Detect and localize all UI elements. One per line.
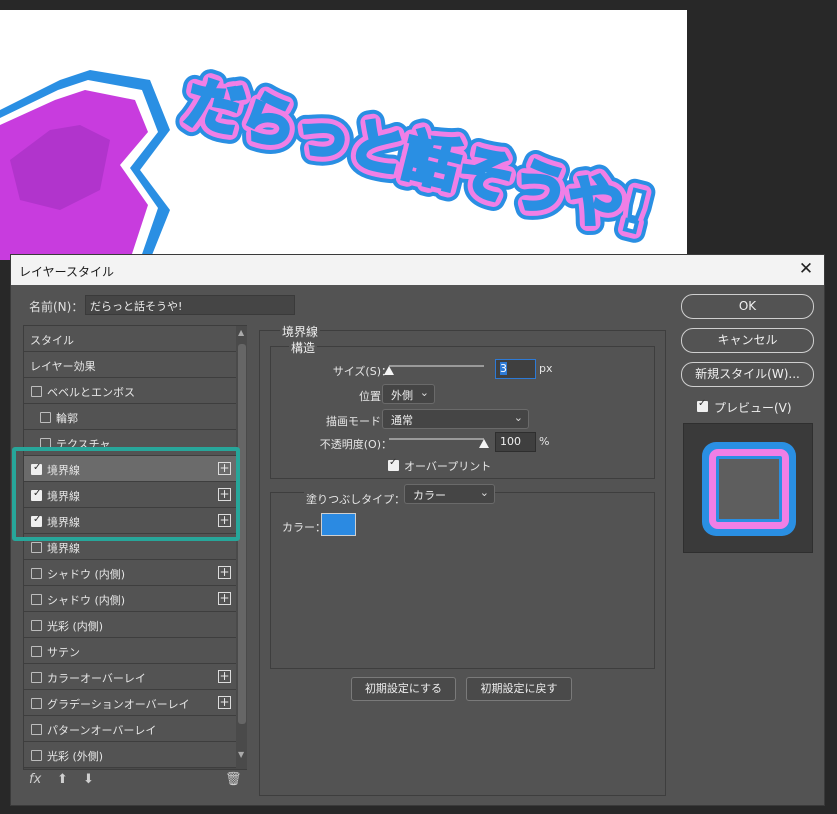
cancel-button[interactable]: キャンセル (681, 328, 814, 353)
opacity-slider-knob[interactable] (479, 439, 489, 448)
style-list-item[interactable]: グラデーションオーバーレイ + (24, 690, 236, 716)
style-checkbox[interactable] (31, 698, 42, 709)
style-list-label: ベベルとエンボス (47, 386, 135, 399)
structure-title: 構造 (289, 339, 318, 356)
fill-type-label: 塗りつぶしタイプ： (304, 491, 408, 507)
dialog-titlebar: レイヤースタイル ✕ (11, 255, 824, 285)
reset-default-button[interactable]: 初期設定に戻す (466, 677, 572, 701)
style-checkbox[interactable] (31, 386, 42, 397)
style-list: 光彩 (外側) パターンオーバーレイ グラデーションオーバーレイ + カラーオーバーレイ… (23, 325, 247, 770)
opacity-field[interactable]: 100 (495, 432, 536, 452)
make-default-button[interactable]: 初期設定にする (351, 677, 456, 701)
overprint-checkbox[interactable] (388, 457, 399, 471)
big-glyph-art (0, 70, 170, 260)
opacity-unit: % (539, 435, 550, 448)
scroll-down-icon[interactable]: ▼ (238, 750, 244, 759)
name-label: 名前(N)： (29, 300, 84, 314)
style-list-item[interactable]: スタイル (24, 326, 236, 352)
add-effect-icon[interactable]: + (218, 592, 231, 605)
style-checkbox[interactable] (31, 646, 42, 657)
position-value: 外側 (391, 389, 413, 402)
color-swatch[interactable] (321, 513, 356, 536)
dialog-title: レイヤースタイル (19, 265, 115, 279)
new-style-button[interactable]: 新規スタイル(W)... (681, 362, 814, 387)
style-preview (683, 423, 813, 553)
style-checkbox[interactable] (31, 568, 42, 579)
canvas-artwork: だらっと話そうや! だらっと話そうや! だらっと話そうや! (0, 59, 666, 260)
style-list-item[interactable]: 光彩 (外側) (24, 742, 236, 768)
style-list-item[interactable]: シャドウ (内側) + (24, 560, 236, 586)
style-list-label: 光彩 (外側) (47, 750, 104, 763)
style-checkbox[interactable] (31, 672, 42, 683)
style-list-label: シャドウ (内側) (47, 594, 126, 607)
opacity-label: 不透明度(O)： (319, 438, 392, 451)
style-list-item[interactable]: パターンオーバーレイ (24, 716, 236, 742)
headline-art: だらっと話そうや! だらっと話そうや! だらっと話そうや! (168, 59, 665, 259)
trash-icon[interactable]: 🗑 (225, 772, 242, 787)
overprint-label: オーバープリント (404, 460, 492, 473)
chevron-down-icon: ⌄ (419, 386, 429, 399)
fill-type-select[interactable]: カラー ⌄ (404, 484, 495, 504)
style-list-item[interactable]: サテン (24, 638, 236, 664)
style-list-label: 輪郭 (56, 412, 78, 425)
highlight-frame (12, 447, 240, 541)
style-checkbox[interactable] (31, 750, 42, 761)
add-effect-icon[interactable]: + (218, 670, 231, 683)
style-list-label: 光彩 (内側) (47, 620, 104, 633)
style-checkbox[interactable] (31, 594, 42, 605)
style-list-item[interactable]: 光彩 (内側) (24, 612, 236, 638)
name-input[interactable]: だらっと話そうや! (85, 295, 295, 315)
size-slider-knob[interactable] (384, 366, 394, 375)
style-list-item[interactable]: シャドウ (内側) + (24, 586, 236, 612)
color-label: カラー： (282, 521, 326, 534)
size-value: 3 (500, 362, 507, 375)
add-effect-icon[interactable]: + (218, 696, 231, 709)
size-unit: px (539, 362, 553, 375)
style-list-label: スタイル (30, 334, 74, 347)
style-checkbox[interactable] (31, 620, 42, 631)
move-up-icon[interactable]: ⬆ (57, 772, 68, 787)
document-canvas[interactable]: だらっと話そうや! だらっと話そうや! だらっと話そうや! (0, 10, 687, 260)
style-list-label: パターンオーバーレイ (47, 724, 157, 737)
ok-button[interactable]: OK (681, 294, 814, 319)
size-field[interactable]: 3 (495, 359, 536, 379)
scroll-up-icon[interactable]: ▲ (238, 328, 244, 337)
close-icon[interactable]: ✕ (796, 259, 816, 279)
style-checkbox[interactable] (40, 412, 51, 423)
size-slider[interactable] (389, 365, 484, 367)
style-list-label: グラデーションオーバーレイ (47, 698, 190, 711)
style-list-item[interactable]: 輪郭 (24, 404, 236, 430)
fill-type-value: カラー (413, 489, 446, 502)
chevron-down-icon: ⌄ (479, 486, 489, 499)
style-list-item[interactable]: カラーオーバーレイ + (24, 664, 236, 690)
blend-mode-value: 通常 (391, 414, 413, 427)
add-effect-icon[interactable]: + (218, 566, 231, 579)
opacity-slider[interactable] (389, 438, 484, 440)
chevron-down-icon: ⌄ (513, 411, 523, 424)
style-checkbox[interactable] (31, 724, 42, 735)
headline-text: だらっと話そうや! (179, 70, 654, 248)
fx-icon[interactable]: fx (29, 772, 41, 787)
preview-checkbox[interactable] (697, 398, 708, 412)
style-list-label: サテン (47, 646, 80, 659)
stroke-section-title: 境界線 (280, 323, 321, 340)
preview-label: プレビュー(V) (714, 401, 792, 415)
structure-group: 構造 サイズ(S)： 3 px 位置： 外側 ⌄ 描画モード： 通常 ⌄ 不透明度(… (270, 339, 655, 479)
blend-mode-select[interactable]: 通常 ⌄ (382, 409, 529, 429)
style-list-label: シャドウ (内側) (47, 568, 126, 581)
style-list-scrollbar[interactable]: ▲ ▼ (237, 326, 247, 769)
style-list-label: 境界線 (47, 542, 80, 555)
style-list-label: カラーオーバーレイ (47, 672, 146, 685)
style-list-item[interactable]: レイヤー効果 (24, 352, 236, 378)
stroke-panel: 境界線 構造 サイズ(S)： 3 px 位置： 外側 ⌄ 描画モード： 通常 ⌄ 不… (259, 323, 666, 796)
style-list-label: レイヤー効果 (30, 360, 96, 373)
style-checkbox[interactable] (31, 542, 42, 553)
fill-group: 塗りつぶしタイプ： カラー ⌄ カラー： (270, 484, 655, 669)
preview-swatch-art (702, 442, 796, 536)
position-select[interactable]: 外側 ⌄ (382, 384, 435, 404)
style-list-item[interactable]: ベベルとエンボス (24, 378, 236, 404)
move-down-icon[interactable]: ⬇ (83, 772, 94, 787)
